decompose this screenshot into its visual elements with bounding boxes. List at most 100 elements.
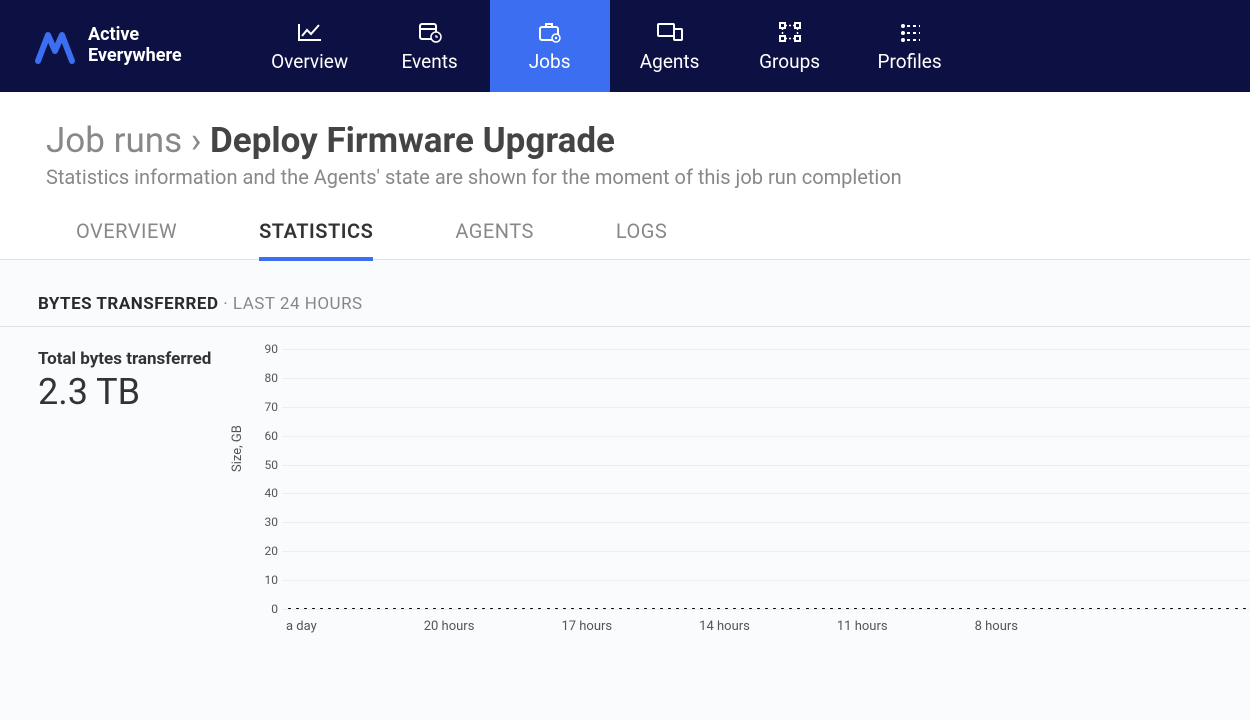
tab-agents[interactable]: AGENTS — [455, 219, 534, 259]
bar — [675, 608, 683, 609]
bar — [885, 608, 893, 609]
bar — [1087, 608, 1095, 609]
bar — [1233, 608, 1241, 609]
chart-title: BYTES TRANSFERRED — [38, 294, 219, 314]
sub-tabs: OVERVIEW STATISTICS AGENTS LOGS — [0, 219, 1250, 260]
bar — [464, 608, 472, 609]
bar — [529, 608, 537, 609]
bar — [658, 608, 666, 609]
bar — [869, 608, 877, 609]
brand-line1: Active — [88, 25, 182, 46]
bar — [731, 608, 739, 609]
brand-logo: Active Everywhere — [34, 25, 182, 66]
bar — [739, 608, 747, 609]
bar — [950, 608, 958, 609]
bar — [780, 608, 788, 609]
ytick: 90 — [258, 342, 278, 356]
bar — [934, 608, 942, 609]
total-metric: Total bytes transferred 2.3 TB — [38, 349, 258, 634]
bar — [496, 608, 504, 609]
bar — [877, 608, 885, 609]
bar — [804, 608, 812, 609]
chart-header: BYTES TRANSFERRED · LAST 24 HOURS — [0, 294, 1250, 327]
bar — [537, 608, 545, 609]
nav-label: Jobs — [529, 50, 571, 73]
bar — [1047, 608, 1055, 609]
bar — [1071, 608, 1079, 609]
bar — [367, 608, 375, 609]
bar — [634, 608, 642, 609]
nav-jobs[interactable]: Jobs — [490, 0, 610, 92]
bar — [375, 608, 383, 609]
tab-logs[interactable]: LOGS — [616, 219, 667, 259]
bar — [917, 608, 925, 609]
bar — [521, 608, 529, 609]
bar — [747, 608, 755, 609]
ytick: 70 — [258, 400, 278, 414]
xtick: 8 hours — [975, 619, 1113, 634]
bar — [1006, 608, 1014, 609]
bar — [1160, 608, 1168, 609]
nav-overview[interactable]: Overview — [250, 0, 370, 92]
bar — [456, 608, 464, 609]
bar — [302, 608, 310, 609]
bar — [424, 608, 432, 609]
bar — [642, 608, 650, 609]
bar — [715, 608, 723, 609]
bar — [707, 608, 715, 609]
nav-agents[interactable]: Agents — [610, 0, 730, 92]
breadcrumb-parent[interactable]: Job runs — [46, 120, 182, 161]
xtick — [1112, 619, 1250, 634]
metric-label: Total bytes transferred — [38, 349, 258, 369]
bar — [666, 608, 674, 609]
bar — [942, 608, 950, 609]
bar — [1168, 608, 1176, 609]
xtick: 20 hours — [424, 619, 562, 634]
bar — [626, 608, 634, 609]
bar — [828, 608, 836, 609]
bar — [1023, 608, 1031, 609]
tab-statistics[interactable]: STATISTICS — [259, 219, 373, 261]
xtick: a day — [286, 619, 424, 634]
logo-icon — [34, 27, 76, 65]
bar — [1031, 608, 1039, 609]
bar — [1063, 608, 1071, 609]
nav-profiles[interactable]: Profiles — [850, 0, 970, 92]
devices-icon — [656, 20, 684, 44]
bar — [359, 608, 367, 609]
ytick: 0 — [258, 602, 278, 616]
page-title: Deploy Firmware Upgrade — [210, 120, 615, 161]
xtick: 11 hours — [837, 619, 975, 634]
bar — [844, 608, 852, 609]
bar — [351, 608, 359, 609]
bar — [723, 608, 731, 609]
bar — [448, 608, 456, 609]
nav-events[interactable]: Events — [370, 0, 490, 92]
breadcrumb-sep: › — [191, 120, 202, 161]
ytick: 30 — [258, 515, 278, 529]
bar — [618, 608, 626, 609]
top-navigation: Active Everywhere Overview Events Jobs A… — [0, 0, 1250, 92]
nav-groups[interactable]: Groups — [730, 0, 850, 92]
bar — [602, 608, 610, 609]
tab-overview[interactable]: OVERVIEW — [76, 219, 177, 259]
bar — [505, 608, 513, 609]
bar — [836, 608, 844, 609]
bar — [1136, 608, 1144, 609]
bar — [1144, 608, 1152, 609]
bar — [383, 608, 391, 609]
bar — [569, 608, 577, 609]
bar — [343, 608, 351, 609]
bar — [1128, 608, 1136, 609]
bar — [1039, 608, 1047, 609]
bar — [861, 608, 869, 609]
bar — [1055, 608, 1063, 609]
bar — [488, 608, 496, 609]
bytes-chart: Size, GB 0102030405060708090 a day20 hou… — [258, 349, 1250, 634]
page-subtitle: Statistics information and the Agents' s… — [46, 165, 1204, 189]
ytick: 60 — [258, 429, 278, 443]
nav-label: Groups — [759, 50, 820, 73]
bar — [755, 608, 763, 609]
bar — [286, 608, 294, 609]
chart-line-icon — [296, 20, 324, 44]
